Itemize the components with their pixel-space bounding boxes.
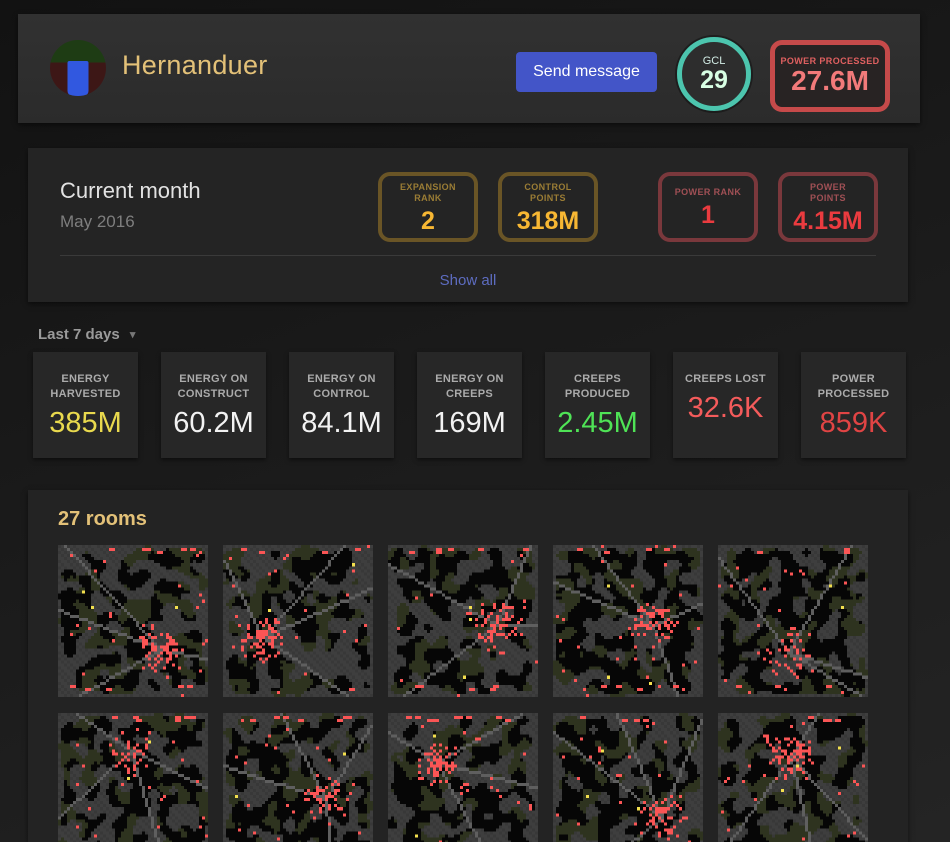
stat-label: CREEPS LOST bbox=[673, 372, 778, 387]
stat-value: 859K bbox=[801, 407, 906, 440]
stat-value: 60.2M bbox=[161, 407, 266, 440]
player-avatar[interactable] bbox=[50, 40, 106, 96]
stat-card-creeps-produced: CREEPS PRODUCED 2.45M bbox=[545, 352, 650, 458]
stats-row: ENERGY HARVESTED 385M ENERGY ON CONSTRUC… bbox=[33, 352, 906, 458]
power-rank-badge: POWER RANK 1 bbox=[658, 172, 758, 242]
room-thumbnail[interactable] bbox=[388, 545, 538, 697]
power-rank-value: 1 bbox=[701, 201, 715, 229]
room-thumbnail[interactable] bbox=[388, 713, 538, 842]
stat-label: CREEPS PRODUCED bbox=[545, 372, 650, 402]
stat-value: 84.1M bbox=[289, 407, 394, 440]
profile-header: Hernanduer Send message GCL 29 POWER PRO… bbox=[18, 14, 920, 123]
room-thumbnail[interactable] bbox=[58, 545, 208, 697]
rooms-panel: 27 rooms bbox=[28, 490, 908, 842]
stat-value: 2.45M bbox=[545, 407, 650, 440]
stat-value: 32.6K bbox=[673, 392, 778, 425]
room-thumbnail[interactable] bbox=[553, 713, 703, 842]
rooms-grid bbox=[58, 545, 868, 842]
room-thumbnail[interactable] bbox=[223, 713, 373, 842]
room-thumbnail[interactable] bbox=[718, 713, 868, 842]
period-dropdown[interactable]: Last 7 days ▾ bbox=[38, 326, 135, 343]
power-points-badge: POWER POINTS 4.15M bbox=[778, 172, 878, 242]
power-rank-label: POWER RANK bbox=[673, 187, 743, 198]
stat-card-energy-construct: ENERGY ON CONSTRUCT 60.2M bbox=[161, 352, 266, 458]
control-points-label: CONTROL POINTS bbox=[513, 182, 583, 204]
rooms-count-heading: 27 rooms bbox=[58, 508, 147, 531]
stat-label: ENERGY ON CREEPS bbox=[417, 372, 522, 402]
send-message-button[interactable]: Send message bbox=[516, 52, 657, 92]
control-points-badge: CONTROL POINTS 318M bbox=[498, 172, 598, 242]
room-thumbnail[interactable] bbox=[553, 545, 703, 697]
avatar-badge-icon bbox=[68, 61, 89, 96]
room-thumbnail[interactable] bbox=[718, 545, 868, 697]
expansion-rank-badge: EXPANSION RANK 2 bbox=[378, 172, 478, 242]
stat-label: POWER PROCESSED bbox=[801, 372, 906, 402]
stat-label: ENERGY ON CONSTRUCT bbox=[161, 372, 266, 402]
divider bbox=[60, 255, 876, 256]
stat-card-energy-control: ENERGY ON CONTROL 84.1M bbox=[289, 352, 394, 458]
gcl-value: 29 bbox=[700, 67, 728, 93]
room-thumbnail[interactable] bbox=[58, 713, 208, 842]
username: Hernanduer bbox=[122, 50, 268, 81]
show-all-link[interactable]: Show all bbox=[28, 272, 908, 289]
stat-value: 169M bbox=[417, 407, 522, 440]
room-thumbnail[interactable] bbox=[223, 545, 373, 697]
chevron-down-icon: ▾ bbox=[130, 328, 136, 341]
period-dropdown-label: Last 7 days bbox=[38, 326, 120, 343]
current-month-title: Current month bbox=[60, 178, 201, 204]
stat-card-creeps-lost: CREEPS LOST 32.6K bbox=[673, 352, 778, 458]
current-month-card: Current month May 2016 EXPANSION RANK 2 … bbox=[28, 148, 908, 302]
control-points-value: 318M bbox=[517, 207, 580, 235]
power-processed-badge: POWER PROCESSED 27.6M bbox=[770, 40, 890, 112]
power-points-value: 4.15M bbox=[793, 207, 862, 235]
power-processed-value: 27.6M bbox=[791, 66, 869, 96]
stat-card-power-processed: POWER PROCESSED 859K bbox=[801, 352, 906, 458]
power-points-label: POWER POINTS bbox=[793, 182, 863, 204]
stat-card-energy-harvested: ENERGY HARVESTED 385M bbox=[33, 352, 138, 458]
expansion-rank-value: 2 bbox=[421, 207, 435, 235]
current-month-subtitle: May 2016 bbox=[60, 212, 135, 232]
stat-value: 385M bbox=[33, 407, 138, 440]
stat-label: ENERGY HARVESTED bbox=[33, 372, 138, 402]
stat-label: ENERGY ON CONTROL bbox=[289, 372, 394, 402]
expansion-rank-label: EXPANSION RANK bbox=[393, 182, 463, 204]
gcl-badge: GCL 29 bbox=[677, 37, 751, 111]
stat-card-energy-creeps: ENERGY ON CREEPS 169M bbox=[417, 352, 522, 458]
